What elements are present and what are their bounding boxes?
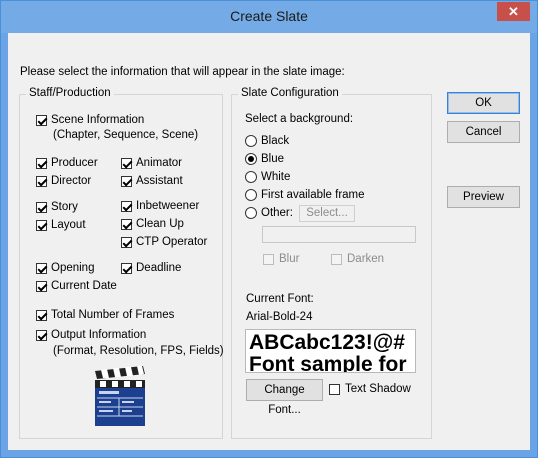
text-shadow-checkbox[interactable] xyxy=(329,384,340,395)
current-date-checkbox[interactable] xyxy=(36,281,47,292)
opening-label: Opening xyxy=(51,262,95,274)
bg-white-radio[interactable] xyxy=(245,171,257,183)
total-frames-label: Total Number of Frames xyxy=(51,309,175,321)
bg-first-frame-radio[interactable] xyxy=(245,189,257,201)
bg-first-frame-label: First available frame xyxy=(261,189,365,201)
producer-checkbox[interactable] xyxy=(36,158,47,169)
staff-production-group: Staff/Production Scene Information (Chap… xyxy=(19,87,224,439)
output-info-sub-label: (Format, Resolution, FPS, Fields) xyxy=(53,345,224,357)
story-checkbox[interactable] xyxy=(36,202,47,213)
staff-production-title: Staff/Production xyxy=(26,87,114,99)
output-info-checkbox[interactable] xyxy=(36,330,47,341)
bg-black-radio[interactable] xyxy=(245,135,257,147)
current-date-label: Current Date xyxy=(51,280,117,292)
assistant-checkbox[interactable] xyxy=(121,176,132,187)
close-icon[interactable]: ✕ xyxy=(497,2,530,21)
instruction-text: Please select the information that will … xyxy=(20,66,345,78)
layout-checkbox[interactable] xyxy=(36,220,47,231)
animator-checkbox[interactable] xyxy=(121,158,132,169)
bg-blue-label: Blue xyxy=(261,153,285,165)
ctp-operator-checkbox[interactable] xyxy=(121,237,132,248)
ctp-operator-label: CTP Operator xyxy=(136,236,208,248)
darken-checkbox[interactable] xyxy=(331,254,342,265)
scene-info-sub-label: (Chapter, Sequence, Scene) xyxy=(53,129,199,141)
other-background-path-field[interactable] xyxy=(262,226,416,243)
inbetweener-label: Inbetweener xyxy=(136,200,200,212)
bg-other-label: Other: xyxy=(261,207,293,219)
total-frames-checkbox[interactable] xyxy=(36,310,47,321)
font-sample-line-2: Font sample for xyxy=(249,353,407,373)
director-label: Director xyxy=(51,175,92,187)
layout-label: Layout xyxy=(51,219,86,231)
opening-checkbox[interactable] xyxy=(36,263,47,274)
title-bar[interactable]: Create Slate ✕ xyxy=(1,1,537,33)
darken-label: Darken xyxy=(347,253,385,265)
bg-other-radio[interactable] xyxy=(245,207,257,219)
font-sample-line-1: ABCabc123!@# xyxy=(249,331,405,354)
background-prompt: Select a background: xyxy=(245,113,354,125)
animator-label: Animator xyxy=(136,157,183,169)
preview-button[interactable]: Preview xyxy=(447,186,520,208)
bg-blue-radio[interactable] xyxy=(245,153,257,165)
clapperboard-icon xyxy=(95,366,145,426)
clean-up-checkbox[interactable] xyxy=(121,219,132,230)
blur-checkbox[interactable] xyxy=(263,254,274,265)
scene-info-label: Scene Information xyxy=(51,114,145,126)
slate-configuration-group: Slate Configuration Select a background:… xyxy=(231,87,432,439)
output-info-label: Output Information xyxy=(51,329,147,341)
dialog-body: Please select the information that will … xyxy=(8,33,530,450)
slate-configuration-title: Slate Configuration xyxy=(238,87,342,99)
window-title: Create Slate xyxy=(230,8,308,24)
deadline-checkbox[interactable] xyxy=(121,263,132,274)
change-font-button[interactable]: Change Font... xyxy=(246,379,323,416)
current-font-label: Current Font: xyxy=(246,293,314,305)
deadline-label: Deadline xyxy=(136,262,182,274)
select-other-button[interactable]: Select... xyxy=(299,205,355,222)
story-label: Story xyxy=(51,201,78,213)
current-font-value: Arial-Bold-24 xyxy=(246,311,313,323)
bg-black-label: Black xyxy=(261,135,290,147)
ok-button[interactable]: OK xyxy=(447,92,520,114)
bg-white-label: White xyxy=(261,171,291,183)
create-slate-dialog: Create Slate ✕ Please select the informa… xyxy=(0,0,538,458)
scene-info-checkbox[interactable] xyxy=(36,115,47,126)
director-checkbox[interactable] xyxy=(36,176,47,187)
inbetweener-checkbox[interactable] xyxy=(121,201,132,212)
producer-label: Producer xyxy=(51,157,98,169)
clean-up-label: Clean Up xyxy=(136,218,184,230)
assistant-label: Assistant xyxy=(136,175,183,187)
cancel-button[interactable]: Cancel xyxy=(447,121,520,143)
blur-label: Blur xyxy=(279,253,300,265)
text-shadow-label: Text Shadow xyxy=(345,383,411,395)
font-sample-box: ABCabc123!@# Font sample for xyxy=(245,329,416,373)
